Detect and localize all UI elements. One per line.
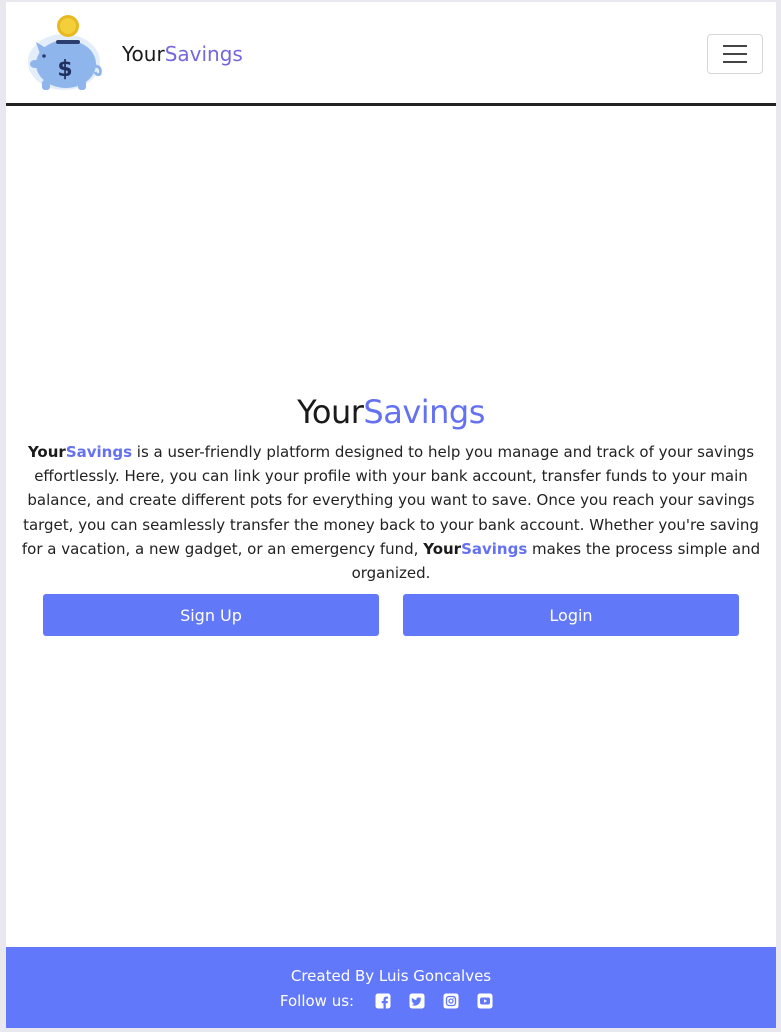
facebook-icon[interactable] [375,993,391,1009]
title-part1: Your [297,393,364,431]
title-part2: Savings [363,393,485,431]
brand-link[interactable]: $ YourSavings [22,14,243,94]
navbar-toggle-button[interactable] [707,34,763,74]
page-frame: $ YourSavings YourSavings YourSavings is… [6,2,776,1028]
svg-text:$: $ [57,57,72,82]
twitter-icon[interactable] [409,993,425,1009]
page-title: YourSavings [6,390,776,434]
brand-name-part2: Savings [164,42,243,66]
hero-description: YourSavings is a user-friendly platform … [21,440,761,585]
brand-name-part1: Your [122,42,165,66]
hamburger-menu-icon [723,61,747,63]
footer-credit: Created By Luis Goncalves [290,967,492,985]
desc-brand2-part2: Savings [461,539,528,558]
hero-section: YourSavings YourSavings is a user-friend… [6,390,776,585]
login-button[interactable]: Login [403,594,739,636]
follow-label: Follow us: [279,992,355,1010]
navbar: $ YourSavings [6,2,776,106]
piggy-bank-logo: $ [28,15,102,90]
signup-button[interactable]: Sign Up [43,594,379,636]
desc-brand1-part1: Your [27,443,66,461]
brand-name: YourSavings [122,42,243,66]
action-buttons: Sign Up Login [6,594,776,636]
youtube-icon[interactable] [477,993,493,1009]
footer-follow: Follow us: [6,990,776,1012]
instagram-icon[interactable] [443,993,459,1009]
hamburger-menu-icon [723,45,747,47]
hamburger-menu-icon [723,53,747,55]
footer: Created By Luis Goncalves Follow us: [6,947,776,1028]
desc-brand1-part2: Savings [65,443,133,461]
desc-brand2-part1: Your [423,539,462,558]
